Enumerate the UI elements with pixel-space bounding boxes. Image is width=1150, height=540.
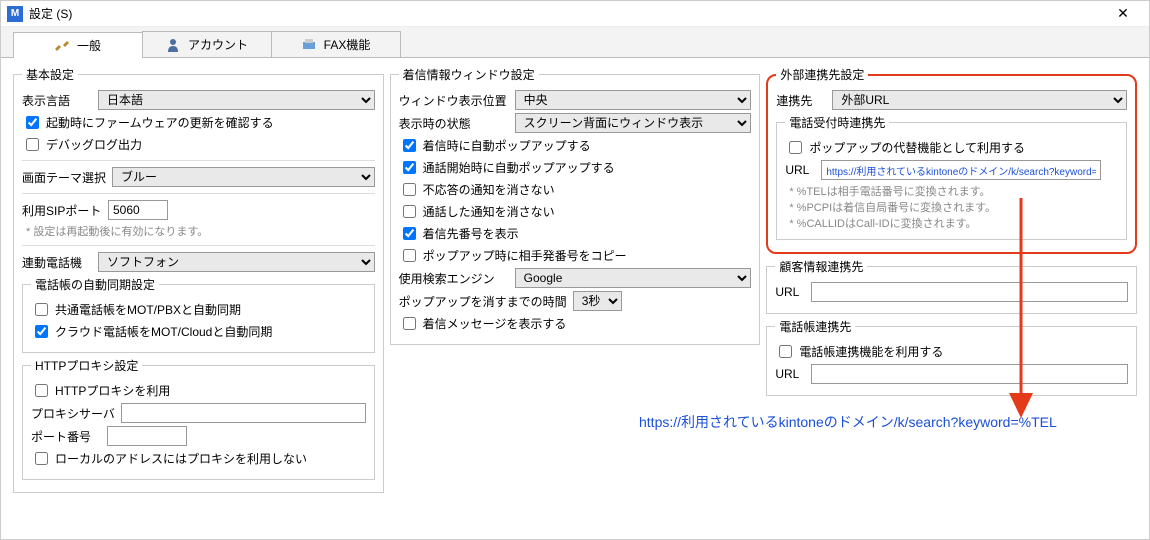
tab-label: FAX機能 xyxy=(324,36,371,53)
popup-time-select[interactable]: 3秒 xyxy=(573,291,622,311)
tel-url-input[interactable] xyxy=(821,160,1101,180)
keep-noanswer-label: 不応答の通知を消さない xyxy=(423,181,555,198)
titlebar: M 設定 (S) ✕ xyxy=(1,1,1149,27)
lang-select[interactable]: 日本語 xyxy=(98,90,375,110)
close-icon[interactable]: ✕ xyxy=(1103,5,1143,22)
user-icon xyxy=(166,38,180,52)
cust-url-input[interactable] xyxy=(811,282,1128,302)
proxy-server-input[interactable] xyxy=(121,403,366,423)
tab-account[interactable]: アカウント xyxy=(142,31,272,57)
group-legend: 着信情報ウィンドウ設定 xyxy=(399,66,539,83)
group-legend: 基本設定 xyxy=(22,66,78,83)
tab-label: アカウント xyxy=(188,36,248,53)
tel-dest-group: 電話受付時連携先 ポップアップの代替機能として利用する URL * %TELは相… xyxy=(776,114,1127,240)
copy-caller-checkbox[interactable] xyxy=(403,249,416,262)
copy-caller-label: ポップアップ時に相手発番号をコピー xyxy=(423,247,627,264)
tab-general[interactable]: 一般 xyxy=(13,32,143,58)
incoming-group: 着信情報ウィンドウ設定 ウィンドウ表示位置 中央 表示時の状態 スクリーン背面に… xyxy=(390,66,761,345)
firmware-checkbox[interactable] xyxy=(26,116,39,129)
search-label: 使用検索エンジン xyxy=(399,270,509,287)
proxy-port-input[interactable] xyxy=(107,426,187,446)
lang-label: 表示言語 xyxy=(22,92,92,109)
url-label: URL xyxy=(775,285,805,299)
debuglog-checkbox[interactable] xyxy=(26,138,39,151)
state-label: 表示時の状態 xyxy=(399,115,509,132)
sync-mot-label: 共通電話帳をMOT/PBXと自動同期 xyxy=(55,301,241,318)
proxy-nolocal-checkbox[interactable] xyxy=(35,452,48,465)
firmware-label: 起動時にファームウェアの更新を確認する xyxy=(46,114,274,131)
fax-icon xyxy=(302,38,316,52)
dest-select[interactable]: 外部URL xyxy=(832,90,1127,110)
dest-label: 連携先 xyxy=(776,92,826,109)
book-use-checkbox[interactable] xyxy=(779,345,792,358)
autopopup-call-checkbox[interactable] xyxy=(403,161,416,174)
group-legend: 電話帳の自動同期設定 xyxy=(31,276,159,293)
window-title: 設定 (S) xyxy=(29,5,1103,22)
phone-select[interactable]: ソフトフォン xyxy=(98,252,375,272)
basic-settings-group: 基本設定 表示言語 日本語 起動時にファームウェアの更新を確認する デバッグログ… xyxy=(13,66,384,493)
proxy-port-label: ポート番号 xyxy=(31,428,101,445)
tab-label: 一般 xyxy=(77,37,101,54)
state-select[interactable]: スクリーン背面にウィンドウ表示 xyxy=(515,113,752,133)
book-dest-group: 電話帳連携先 電話帳連携機能を利用する URL xyxy=(766,318,1137,396)
tools-icon xyxy=(55,39,69,53)
group-legend: 顧客情報連携先 xyxy=(775,258,867,275)
popup-alt-label: ポップアップの代替機能として利用する xyxy=(809,139,1025,156)
sip-label: 利用SIPポート xyxy=(22,202,102,219)
settings-window: M 設定 (S) ✕ 一般 アカウント FAX機能 xyxy=(0,0,1150,540)
proxy-group: HTTPプロキシ設定 HTTPプロキシを利用 プロキシサーバ ポート番号 xyxy=(22,357,375,480)
proxy-use-checkbox[interactable] xyxy=(35,384,48,397)
book-use-label: 電話帳連携機能を利用する xyxy=(799,343,943,360)
url-label: URL xyxy=(775,367,805,381)
hint-callid: * %CALLIDはCall-IDに変換されます。 xyxy=(789,215,1118,231)
url-label: URL xyxy=(785,163,815,177)
keep-noanswer-checkbox[interactable] xyxy=(403,183,416,196)
debuglog-label: デバッグログ出力 xyxy=(46,136,142,153)
hint-pcpi: * %PCPIは着信自局番号に変換されます。 xyxy=(789,199,1118,215)
show-dialed-label: 着信先番号を表示 xyxy=(423,225,519,242)
show-msg-checkbox[interactable] xyxy=(403,317,416,330)
content: 基本設定 表示言語 日本語 起動時にファームウェアの更新を確認する デバッグログ… xyxy=(1,58,1149,501)
sync-cloud-checkbox[interactable] xyxy=(35,325,48,338)
phone-label: 連動電話機 xyxy=(22,254,92,271)
pos-label: ウィンドウ表示位置 xyxy=(399,92,509,109)
autopopup-call-label: 通話開始時に自動ポップアップする xyxy=(423,159,615,176)
search-select[interactable]: Google xyxy=(515,268,752,288)
sync-cloud-label: クラウド電話帳をMOT/Cloudと自動同期 xyxy=(55,323,272,340)
pos-select[interactable]: 中央 xyxy=(515,90,752,110)
show-msg-label: 着信メッセージを表示する xyxy=(423,315,567,332)
group-legend: 電話受付時連携先 xyxy=(785,114,889,131)
theme-label: 画面テーマ選択 xyxy=(22,169,106,186)
group-legend: HTTPプロキシ設定 xyxy=(31,357,142,374)
keep-talked-checkbox[interactable] xyxy=(403,205,416,218)
annotation-url: https://利用されているkintoneのドメイン/k/search?key… xyxy=(639,412,1057,432)
proxy-nolocal-label: ローカルのアドレスにはプロキシを利用しない xyxy=(55,450,307,467)
group-legend: 電話帳連携先 xyxy=(775,318,855,335)
app-icon: M xyxy=(7,6,23,22)
theme-select[interactable]: ブルー xyxy=(112,167,375,187)
proxy-server-label: プロキシサーバ xyxy=(31,405,115,422)
keep-talked-label: 通話した通知を消さない xyxy=(423,203,555,220)
sip-input[interactable] xyxy=(108,200,168,220)
sync-mot-checkbox[interactable] xyxy=(35,303,48,316)
tab-bar: 一般 アカウント FAX機能 xyxy=(1,27,1149,58)
external-link-group: 外部連携先設定 連携先 外部URL 電話受付時連携先 ポップアップの代替機能とし… xyxy=(766,66,1137,254)
hint-tel: * %TELは相手電話番号に変換されます。 xyxy=(789,183,1118,199)
popup-time-label: ポップアップを消すまでの時間 xyxy=(399,293,567,310)
book-url-input[interactable] xyxy=(811,364,1128,384)
popup-alt-checkbox[interactable] xyxy=(789,141,802,154)
sip-hint: * 設定は再起動後に有効になります。 xyxy=(26,223,375,239)
autopopup-incoming-label: 着信時に自動ポップアップする xyxy=(423,137,591,154)
tab-fax[interactable]: FAX機能 xyxy=(271,31,401,57)
show-dialed-checkbox[interactable] xyxy=(403,227,416,240)
autosync-group: 電話帳の自動同期設定 共通電話帳をMOT/PBXと自動同期 クラウド電話帳をMO… xyxy=(22,276,375,353)
customer-dest-group: 顧客情報連携先 URL xyxy=(766,258,1137,314)
proxy-use-label: HTTPプロキシを利用 xyxy=(55,382,170,399)
autopopup-incoming-checkbox[interactable] xyxy=(403,139,416,152)
group-legend: 外部連携先設定 xyxy=(776,66,868,83)
